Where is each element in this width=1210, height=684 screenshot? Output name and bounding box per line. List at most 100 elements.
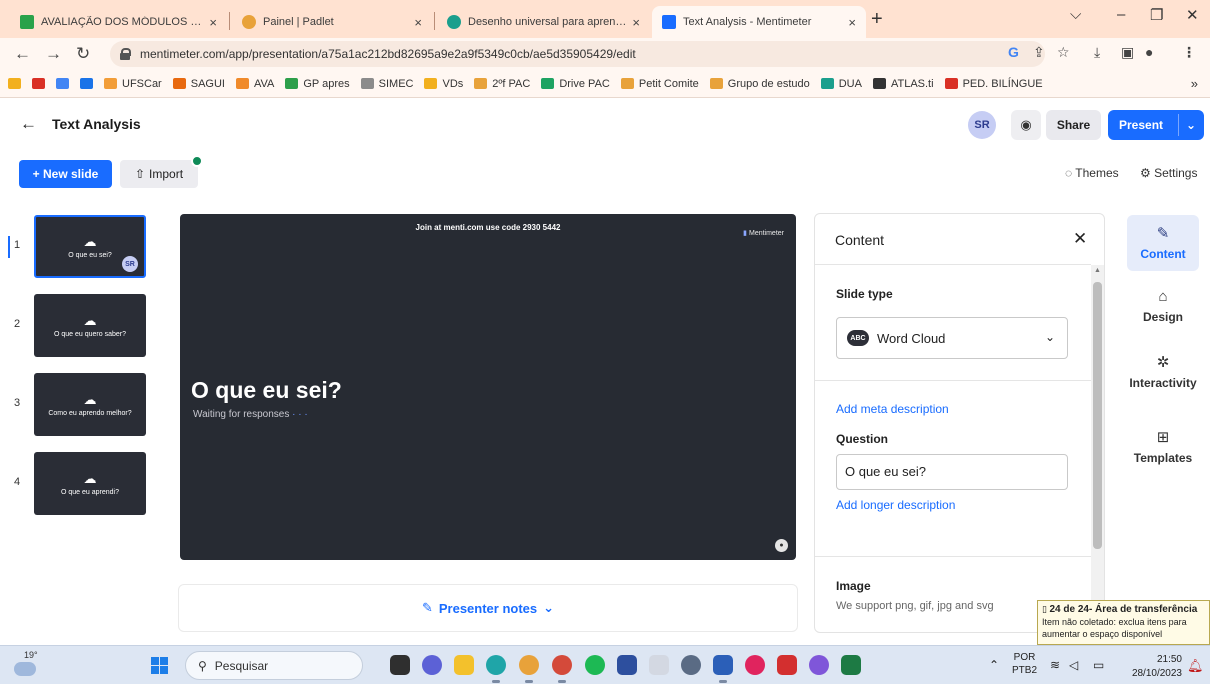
presenter-notes-toggle[interactable]: ✎ Presenter notes ⌄ — [178, 584, 798, 632]
present-button[interactable]: Present ⌄ — [1108, 110, 1204, 140]
bookmark-item[interactable] — [56, 78, 74, 89]
scrollbar-thumb[interactable] — [1093, 282, 1102, 549]
bookmark-item[interactable]: Petit Comite — [620, 78, 699, 90]
bookmark-item[interactable]: AVA — [235, 78, 274, 90]
settings-button[interactable]: ⚙ Settings — [1140, 166, 1197, 180]
new-tab-button[interactable]: + — [871, 8, 883, 31]
bookmark-item[interactable]: Grupo de estudo — [709, 78, 810, 90]
acrobat-icon[interactable] — [777, 655, 797, 675]
google-icon[interactable]: G — [1008, 44, 1019, 60]
back-arrow-icon[interactable]: ← — [20, 114, 37, 134]
bookmark-item[interactable]: Drive PAC — [541, 78, 610, 90]
bookmark-item[interactable]: 2ºf PAC — [474, 78, 530, 90]
download-icon[interactable]: ⤓ — [1094, 44, 1100, 61]
more-bookmarks-icon[interactable]: » — [1191, 76, 1198, 91]
task-view-icon[interactable] — [390, 655, 410, 675]
volume-icon[interactable]: ◁ — [1069, 658, 1078, 672]
settings-app-icon[interactable] — [681, 655, 701, 675]
word-icon[interactable] — [713, 655, 733, 675]
preview-button[interactable]: ◉ — [1011, 110, 1041, 140]
file-explorer-icon[interactable] — [454, 655, 474, 675]
slide-thumbnail[interactable]: ☁ O que eu aprendi? — [34, 452, 146, 515]
snipping-tool-icon[interactable] — [649, 655, 669, 675]
profile-avatar-icon[interactable]: ● — [1145, 44, 1153, 60]
minimize-icon[interactable]: – — [1117, 6, 1125, 23]
bookmark-item[interactable]: PED. BILÍNGUE — [944, 78, 1043, 90]
rail-content[interactable]: ✎ Content — [1127, 215, 1199, 271]
slide-thumbnail[interactable]: ☁ O que eu sei? SR — [34, 215, 146, 278]
close-icon[interactable]: × — [414, 15, 422, 30]
windows-start-icon[interactable] — [151, 657, 168, 674]
question-input[interactable]: O que eu sei? — [836, 454, 1068, 490]
clock[interactable]: 21:50 28/10/2023 — [1126, 653, 1182, 681]
spotify-icon[interactable] — [585, 655, 605, 675]
app-icon[interactable] — [745, 655, 765, 675]
bookmark-star-icon[interactable]: ☆ — [1057, 44, 1070, 61]
close-icon[interactable]: × — [632, 15, 640, 30]
chevron-up-icon[interactable]: ⌃ — [989, 658, 999, 672]
close-icon[interactable]: × — [848, 15, 856, 30]
forward-icon[interactable]: → — [45, 44, 62, 64]
bookmark-item[interactable]: UFSCar — [104, 78, 162, 90]
store-icon[interactable] — [617, 655, 637, 675]
new-slide-button[interactable]: + New slide — [19, 160, 112, 188]
bookmark-item[interactable] — [8, 78, 26, 89]
browser-tab-active[interactable]: Text Analysis - Mentimeter × — [652, 6, 866, 38]
edge-icon[interactable] — [486, 655, 506, 675]
clipboard-toast[interactable]: ▯ 24 de 24- Área de transferência Item n… — [1037, 600, 1210, 645]
bookmark-favicon-icon — [235, 78, 249, 89]
chrome-profile-icon[interactable] — [552, 655, 572, 675]
scroll-up-icon[interactable]: ▲ — [1094, 267, 1101, 274]
language-indicator[interactable]: POR PTB2 — [1012, 651, 1037, 677]
excel-icon[interactable] — [841, 655, 861, 675]
bookmark-item[interactable]: ATLAS.ti — [872, 78, 934, 90]
back-icon[interactable]: ← — [14, 44, 31, 64]
avatar[interactable]: SR — [968, 111, 996, 139]
url-bar[interactable]: mentimeter.com/app/presentation/a75a1ac2… — [110, 41, 1045, 67]
page-title[interactable]: Text Analysis — [52, 116, 141, 132]
tab-search-icon[interactable]: ⌵ — [1070, 6, 1081, 23]
bookmark-item[interactable]: GP apres — [285, 78, 350, 90]
restore-icon[interactable]: ❐ — [1150, 6, 1163, 24]
chrome-canary-icon[interactable] — [809, 655, 829, 675]
rail-interactivity[interactable]: ✲ Interactivity — [1127, 353, 1199, 390]
battery-icon[interactable]: ▭ — [1093, 658, 1104, 672]
bookmark-favicon-icon — [104, 78, 117, 89]
slide-canvas[interactable]: Join at menti.com use code 2930 5442 ▮ M… — [180, 214, 796, 560]
browser-tab[interactable]: Painel | Padlet × — [232, 6, 432, 38]
wifi-icon[interactable]: ≋ — [1050, 658, 1060, 672]
participants-icon[interactable]: ● — [775, 539, 788, 552]
slide-thumbnail[interactable]: ☁ Como eu aprendo melhor? — [34, 373, 146, 436]
browser-tab[interactable]: AVALIAÇÃO DOS MÓDULOS - G × — [10, 6, 227, 38]
bookmark-item[interactable]: VDs — [424, 78, 463, 90]
bookmark-item[interactable] — [32, 78, 50, 89]
chat-icon[interactable] — [422, 655, 442, 675]
slide-type-select[interactable]: ABC Word Cloud ⌄ — [836, 317, 1068, 359]
themes-button[interactable]: ◌ Themes — [1065, 166, 1119, 180]
rail-templates[interactable]: ⊞ Templates — [1127, 428, 1199, 465]
close-icon[interactable]: ✕ — [1073, 229, 1087, 249]
bookmark-item[interactable] — [80, 78, 98, 89]
weather-widget[interactable]: 19° — [14, 650, 38, 676]
sidepanel-icon[interactable]: ▣ — [1121, 44, 1134, 61]
close-window-icon[interactable]: ✕ — [1186, 6, 1199, 24]
taskbar-search[interactable]: ⚲ Pesquisar — [185, 651, 363, 680]
reload-icon[interactable]: ↻ — [76, 44, 90, 64]
browser-tab[interactable]: Desenho universal para aprendiz × — [437, 6, 650, 38]
chevron-down-icon[interactable]: ⌄ — [1179, 118, 1196, 132]
add-longer-description-link[interactable]: Add longer description — [836, 498, 955, 512]
notification-bell-icon[interactable]: 🔔︎ — [1187, 658, 1204, 674]
share-button[interactable]: Share — [1046, 110, 1101, 140]
slide-thumbnail[interactable]: ☁ O que eu quero saber? — [34, 294, 146, 357]
share-page-icon[interactable]: ⇪ — [1033, 44, 1045, 61]
add-meta-description-link[interactable]: Add meta description — [836, 402, 949, 416]
chrome-icon[interactable] — [519, 655, 539, 675]
close-icon[interactable]: × — [209, 15, 217, 30]
rail-design[interactable]: ⌂ Design — [1127, 288, 1199, 324]
bookmark-item[interactable]: DUA — [820, 78, 862, 90]
import-button[interactable]: ⇧ Import — [120, 160, 198, 188]
bookmark-item[interactable]: SIMEC — [360, 78, 413, 90]
lock-icon[interactable] — [120, 48, 131, 60]
bookmark-item[interactable]: SAGUI — [172, 78, 225, 90]
menu-icon[interactable]: ⋮ — [1182, 44, 1196, 61]
